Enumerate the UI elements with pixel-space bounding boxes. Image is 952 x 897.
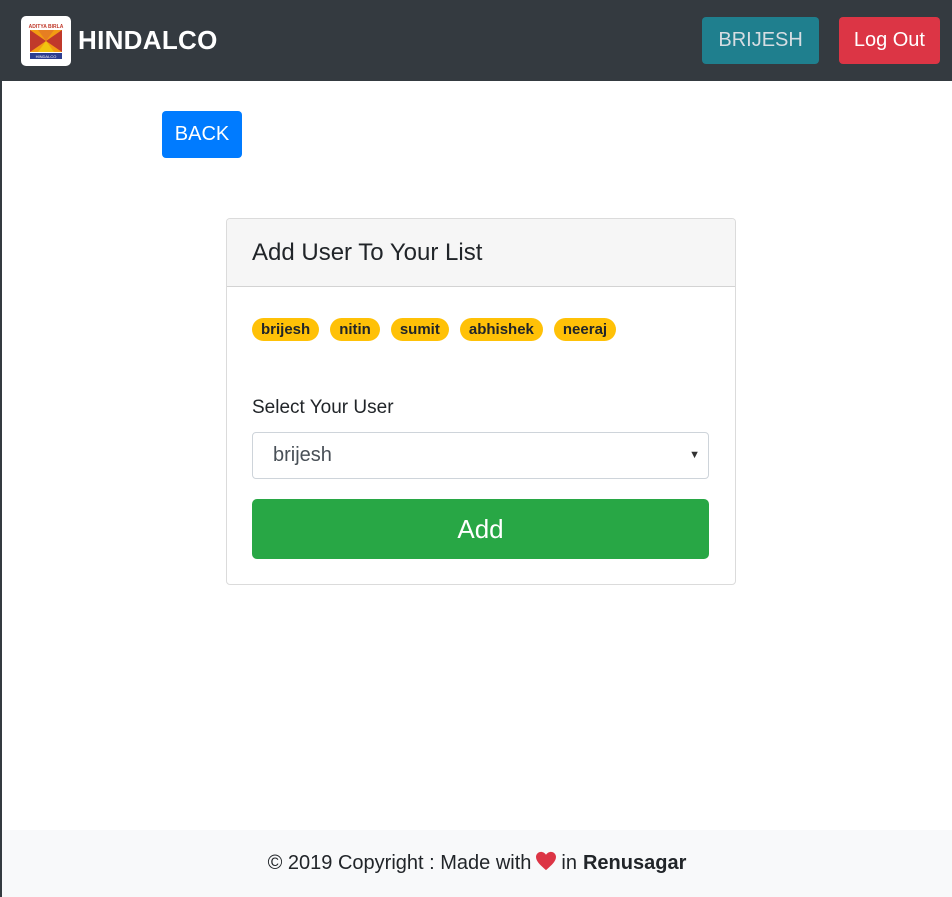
- footer: © 2019 Copyright : Made with in Renusaga…: [2, 830, 952, 897]
- select-user-label: Select Your User: [252, 397, 394, 418]
- navbar-actions: BRIJESH Log Out: [702, 17, 940, 64]
- add-button[interactable]: Add: [252, 499, 709, 559]
- card-body: brijesh nitin sumit abhishek neeraj Sele…: [227, 287, 735, 584]
- footer-copyright-text: © 2019 Copyright : Made with: [267, 852, 532, 874]
- footer-place: Renusagar: [582, 852, 687, 874]
- svg-text:HINDALCO: HINDALCO: [36, 54, 57, 59]
- user-badge: abhishek: [459, 318, 543, 341]
- user-select-value: brijesh: [273, 444, 332, 466]
- brand-name: HINDALCO: [78, 25, 218, 55]
- user-badge: neeraj: [553, 318, 617, 341]
- card-header: Add User To Your List: [227, 219, 735, 287]
- user-button[interactable]: BRIJESH: [702, 17, 819, 64]
- brand-link[interactable]: ADITYA BIRLA HINDALCO HINDALCO: [21, 15, 218, 66]
- user-badge-list: brijesh nitin sumit abhishek neeraj: [252, 318, 627, 341]
- aditya-birla-logo: ADITYA BIRLA HINDALCO: [21, 15, 71, 66]
- svg-text:ADITYA BIRLA: ADITYA BIRLA: [29, 24, 64, 30]
- user-badge: sumit: [390, 318, 449, 341]
- navbar: ADITYA BIRLA HINDALCO HINDALCO BRIJESH L…: [2, 0, 952, 81]
- back-button[interactable]: BACK: [162, 111, 242, 158]
- logout-button[interactable]: Log Out: [838, 17, 940, 64]
- user-badge: nitin: [330, 318, 380, 341]
- footer-in-text: in: [561, 852, 577, 874]
- user-badge: brijesh: [252, 318, 320, 341]
- user-select[interactable]: brijesh ▼: [252, 432, 709, 479]
- add-user-card: Add User To Your List brijesh nitin sumi…: [226, 218, 736, 585]
- heart-icon: [535, 851, 557, 877]
- card-title: Add User To Your List: [252, 238, 483, 266]
- caret-down-icon: ▼: [689, 449, 700, 461]
